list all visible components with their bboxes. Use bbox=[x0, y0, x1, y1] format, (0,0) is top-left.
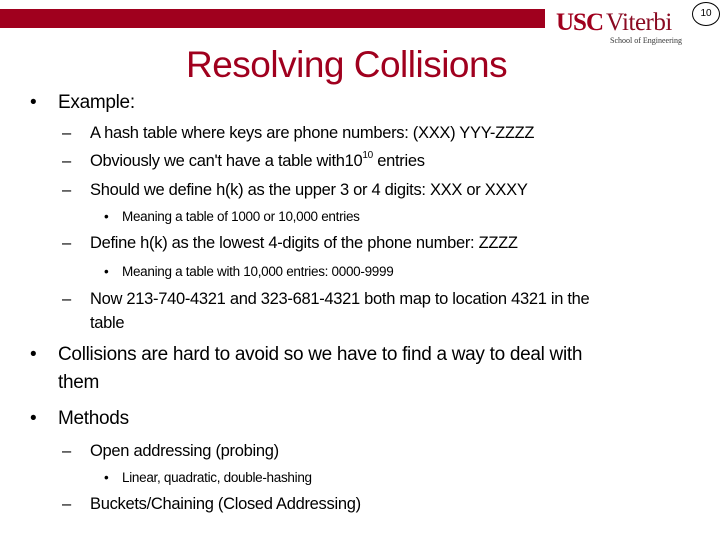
sub-sub-bullet-table-10000: • Meaning a table with 10,000 entries: 00… bbox=[104, 264, 394, 279]
dash-marker: – bbox=[62, 290, 71, 308]
bullet-collisions-hard-cont: them bbox=[58, 372, 100, 393]
bullet-text: A hash table where keys are phone number… bbox=[90, 124, 535, 142]
sub-bullet-hash-table: – A hash table where keys are phone numbe… bbox=[62, 124, 535, 143]
dash-marker: – bbox=[62, 234, 71, 252]
bullet-collisions-hard: • Collisions are hard to avoid so we have… bbox=[30, 344, 582, 366]
sub-sub-bullet-probing-types: • Linear, quadratic, double-hashing bbox=[104, 470, 312, 485]
logo-subtitle: School of Engineering bbox=[610, 36, 682, 45]
bullet-text: Linear, quadratic, double-hashing bbox=[122, 470, 312, 485]
bullet-text: Open addressing (probing) bbox=[90, 442, 279, 460]
logo-usc-text: USC bbox=[556, 9, 604, 36]
bullet-marker: • bbox=[104, 470, 109, 485]
bullet-marker: • bbox=[30, 344, 37, 365]
bullet-text: Obviously we can't have a table with10 bbox=[90, 152, 363, 170]
header-accent-bar bbox=[0, 9, 545, 28]
sub-bullet-open-addressing: – Open addressing (probing) bbox=[62, 442, 279, 461]
bullet-marker: • bbox=[104, 209, 109, 224]
bullet-marker: • bbox=[30, 408, 37, 429]
usc-viterbi-logo: USC Viterbi School of Engineering bbox=[556, 8, 696, 48]
dash-marker: – bbox=[62, 124, 71, 142]
sub-sub-bullet-table-1000: • Meaning a table of 1000 or 10,000 entri… bbox=[104, 209, 360, 224]
dash-marker: – bbox=[62, 495, 71, 513]
bullet-text: Collisions are hard to avoid so we have … bbox=[58, 344, 583, 365]
bullet-text: Methods bbox=[58, 408, 129, 429]
bullet-methods: • Methods bbox=[30, 408, 129, 430]
bullet-text-after: entries bbox=[372, 152, 425, 170]
bullet-text: Buckets/Chaining (Closed Addressing) bbox=[90, 495, 361, 513]
sub-bullet-collision-example: – Now 213-740-4321 and 323-681-4321 both … bbox=[62, 290, 590, 309]
bullet-text: Now 213-740-4321 and 323-681-4321 both m… bbox=[90, 290, 590, 308]
sub-bullet-collision-example-cont: table bbox=[90, 314, 125, 332]
logo-viterbi-text: Viterbi bbox=[606, 9, 672, 36]
bullet-text: Meaning a table of 1000 or 10,000 entrie… bbox=[122, 209, 360, 224]
bullet-text: Meaning a table with 10,000 entries: 000… bbox=[122, 264, 394, 279]
slide-title: Resolving Collisions bbox=[186, 44, 508, 85]
dash-marker: – bbox=[62, 152, 71, 170]
sub-bullet-table-size: – Obviously we can't have a table with101… bbox=[62, 150, 425, 171]
sub-bullet-lowest-digits: – Define h(k) as the lowest 4-digits of t… bbox=[62, 234, 518, 253]
bullet-text: Define h(k) as the lowest 4-digits of th… bbox=[90, 234, 518, 252]
sub-bullet-upper-digits: – Should we define h(k) as the upper 3 or… bbox=[62, 181, 528, 200]
bullet-text: Example: bbox=[58, 92, 135, 113]
superscript-exponent: 10 bbox=[362, 150, 373, 161]
bullet-example: • Example: bbox=[30, 92, 135, 114]
bullet-marker: • bbox=[30, 92, 37, 113]
page-number: 10 bbox=[692, 2, 720, 26]
dash-marker: – bbox=[62, 181, 71, 199]
sub-bullet-chaining: – Buckets/Chaining (Closed Addressing) bbox=[62, 495, 361, 514]
bullet-marker: • bbox=[104, 264, 109, 279]
bullet-text: Should we define h(k) as the upper 3 or … bbox=[90, 181, 528, 199]
dash-marker: – bbox=[62, 442, 71, 460]
